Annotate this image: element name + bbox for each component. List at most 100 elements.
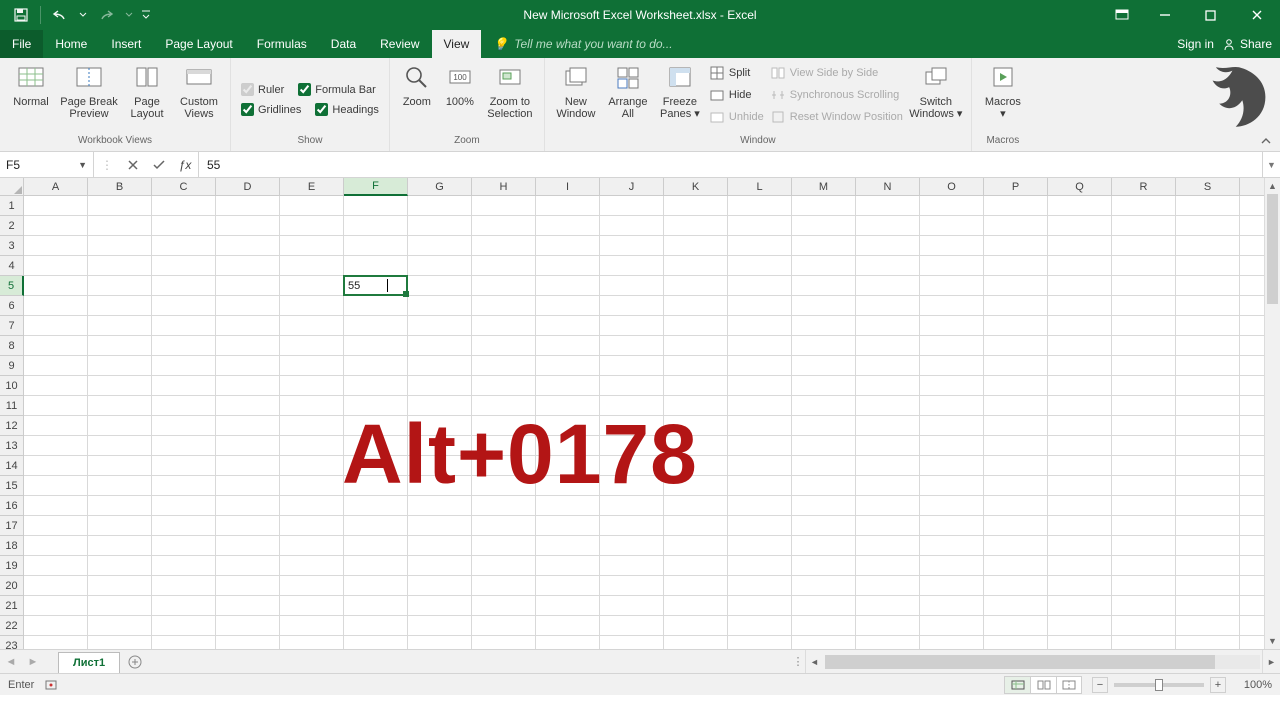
column-headers[interactable]: ABCDEFGHIJKLMNOPQRS bbox=[24, 178, 1264, 196]
row-header-6[interactable]: 6 bbox=[0, 296, 23, 316]
insert-function-button[interactable]: ƒx bbox=[172, 158, 198, 172]
collapse-ribbon-button[interactable] bbox=[1258, 133, 1274, 149]
confirm-edit-button[interactable] bbox=[146, 159, 172, 171]
tab-data[interactable]: Data bbox=[319, 30, 368, 58]
undo-dropdown[interactable] bbox=[77, 4, 89, 26]
expand-formula-bar[interactable]: ▼ bbox=[1262, 152, 1280, 177]
row-header-18[interactable]: 18 bbox=[0, 536, 23, 556]
undo-button[interactable] bbox=[47, 4, 73, 26]
row-header-4[interactable]: 4 bbox=[0, 256, 23, 276]
minimize-button[interactable] bbox=[1142, 0, 1188, 30]
tab-review[interactable]: Review bbox=[368, 30, 431, 58]
row-header-13[interactable]: 13 bbox=[0, 436, 23, 456]
sheet-nav-next[interactable]: ► bbox=[22, 650, 44, 673]
view-page-layout-shortcut[interactable] bbox=[1030, 676, 1056, 694]
tab-view[interactable]: View bbox=[432, 30, 482, 58]
save-button[interactable] bbox=[8, 4, 34, 26]
col-header-G[interactable]: G bbox=[408, 178, 472, 195]
macros-button[interactable]: Macros▾ bbox=[978, 60, 1028, 120]
tell-me-search[interactable]: 💡 Tell me what you want to do... bbox=[481, 30, 1177, 58]
view-page-break-shortcut[interactable] bbox=[1056, 676, 1082, 694]
row-header-17[interactable]: 17 bbox=[0, 516, 23, 536]
col-header-K[interactable]: K bbox=[664, 178, 728, 195]
zoom-level[interactable]: 100% bbox=[1232, 679, 1272, 691]
custom-views-button[interactable]: Custom Views bbox=[174, 60, 224, 120]
ribbon-display-options[interactable] bbox=[1102, 0, 1142, 30]
zoom-in-button[interactable]: + bbox=[1210, 677, 1226, 693]
row-header-22[interactable]: 22 bbox=[0, 616, 23, 636]
row-header-10[interactable]: 10 bbox=[0, 376, 23, 396]
spreadsheet-grid[interactable]: ABCDEFGHIJKLMNOPQRS 12345678910111213141… bbox=[0, 178, 1280, 649]
split-button[interactable]: Split bbox=[707, 62, 766, 84]
row-header-15[interactable]: 15 bbox=[0, 476, 23, 496]
ruler-checkbox[interactable]: Ruler bbox=[241, 80, 284, 100]
row-header-20[interactable]: 20 bbox=[0, 576, 23, 596]
sign-in-link[interactable]: Sign in bbox=[1177, 37, 1214, 51]
redo-dropdown[interactable] bbox=[123, 4, 135, 26]
row-header-23[interactable]: 23 bbox=[0, 636, 23, 649]
redo-button[interactable] bbox=[93, 4, 119, 26]
tab-scroll-grip[interactable]: ⋮ bbox=[791, 650, 805, 673]
row-header-16[interactable]: 16 bbox=[0, 496, 23, 516]
macro-record-icon[interactable] bbox=[44, 678, 58, 692]
sheet-nav-prev[interactable]: ◄ bbox=[0, 650, 22, 673]
col-header-R[interactable]: R bbox=[1112, 178, 1176, 195]
col-header-A[interactable]: A bbox=[24, 178, 88, 195]
col-header-S[interactable]: S bbox=[1176, 178, 1240, 195]
share-button[interactable]: Share bbox=[1222, 37, 1272, 51]
scroll-down-button[interactable]: ▼ bbox=[1265, 633, 1280, 649]
col-header-C[interactable]: C bbox=[152, 178, 216, 195]
col-header-B[interactable]: B bbox=[88, 178, 152, 195]
col-header-D[interactable]: D bbox=[216, 178, 280, 195]
tab-insert[interactable]: Insert bbox=[99, 30, 153, 58]
vscroll-thumb[interactable] bbox=[1267, 194, 1278, 304]
page-layout-view-button[interactable]: Page Layout bbox=[122, 60, 172, 120]
gridlines-checkbox[interactable]: Gridlines bbox=[241, 100, 301, 120]
row-header-14[interactable]: 14 bbox=[0, 456, 23, 476]
new-sheet-button[interactable] bbox=[120, 650, 150, 673]
tab-formulas[interactable]: Formulas bbox=[245, 30, 319, 58]
zoom-button[interactable]: Zoom bbox=[396, 60, 438, 108]
row-header-8[interactable]: 8 bbox=[0, 336, 23, 356]
scroll-up-button[interactable]: ▲ bbox=[1265, 178, 1280, 194]
freeze-panes-button[interactable]: Freeze Panes ▾ bbox=[655, 60, 705, 120]
col-header-I[interactable]: I bbox=[536, 178, 600, 195]
hscroll-track[interactable] bbox=[825, 655, 1260, 669]
col-header-F[interactable]: F bbox=[344, 178, 408, 196]
active-cell[interactable]: 55 bbox=[343, 275, 408, 296]
tab-home[interactable]: Home bbox=[43, 30, 99, 58]
vscroll-track[interactable] bbox=[1265, 194, 1280, 633]
row-header-3[interactable]: 3 bbox=[0, 236, 23, 256]
scroll-left-button[interactable]: ◄ bbox=[805, 650, 823, 673]
col-header-M[interactable]: M bbox=[792, 178, 856, 195]
fill-handle[interactable] bbox=[403, 291, 409, 297]
zoom-out-button[interactable]: − bbox=[1092, 677, 1108, 693]
cancel-edit-button[interactable] bbox=[120, 159, 146, 171]
row-header-19[interactable]: 19 bbox=[0, 556, 23, 576]
new-window-button[interactable]: New Window bbox=[551, 60, 601, 120]
col-header-L[interactable]: L bbox=[728, 178, 792, 195]
view-normal-shortcut[interactable] bbox=[1004, 676, 1030, 694]
col-header-H[interactable]: H bbox=[472, 178, 536, 195]
normal-view-button[interactable]: Normal bbox=[6, 60, 56, 108]
zoom-slider[interactable] bbox=[1114, 683, 1204, 687]
select-all-button[interactable] bbox=[0, 178, 24, 196]
row-headers[interactable]: 1234567891011121314151617181920212223 bbox=[0, 196, 24, 649]
col-header-J[interactable]: J bbox=[600, 178, 664, 195]
row-header-12[interactable]: 12 bbox=[0, 416, 23, 436]
zoom-100-button[interactable]: 100100% bbox=[440, 60, 480, 108]
col-header-Q[interactable]: Q bbox=[1048, 178, 1112, 195]
tab-page-layout[interactable]: Page Layout bbox=[153, 30, 244, 58]
vertical-scrollbar[interactable]: ▲ ▼ bbox=[1264, 178, 1280, 649]
sheet-tab-1[interactable]: Лист1 bbox=[58, 652, 120, 673]
headings-checkbox[interactable]: Headings bbox=[315, 100, 378, 120]
hide-button[interactable]: Hide bbox=[707, 84, 766, 106]
row-header-21[interactable]: 21 bbox=[0, 596, 23, 616]
horizontal-scrollbar[interactable]: ◄ ► bbox=[805, 650, 1280, 673]
switch-windows-button[interactable]: Switch Windows ▾ bbox=[907, 60, 965, 120]
col-header-O[interactable]: O bbox=[920, 178, 984, 195]
maximize-button[interactable] bbox=[1188, 0, 1234, 30]
row-header-9[interactable]: 9 bbox=[0, 356, 23, 376]
col-header-E[interactable]: E bbox=[280, 178, 344, 195]
qat-customize[interactable] bbox=[139, 4, 153, 26]
